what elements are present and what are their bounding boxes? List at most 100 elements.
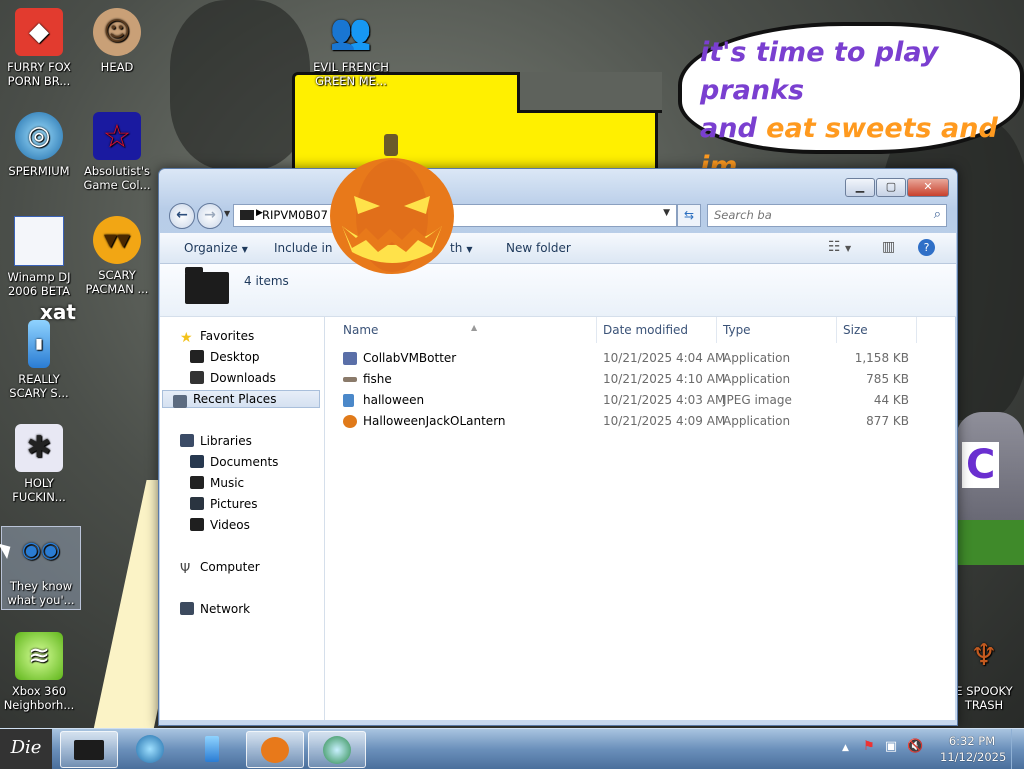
desktop-icon-holy[interactable]: ✱ HOLY FUCKIN... <box>0 424 78 504</box>
file-name: halloween <box>363 393 425 407</box>
table-row[interactable]: halloween 10/21/2025 4:03 AM JPEG image … <box>337 390 919 411</box>
column-header-type[interactable]: Type <box>717 317 837 343</box>
column-header-size[interactable]: Size <box>837 317 917 343</box>
taskbar-browser[interactable] <box>122 731 178 766</box>
back-button[interactable]: ← <box>169 203 195 229</box>
view-options-icon[interactable]: ☷ ▼ <box>828 239 851 255</box>
nav-libraries[interactable]: Libraries <box>180 434 252 448</box>
tree-silhouette <box>170 0 310 170</box>
computer-icon: Ψ <box>180 562 191 577</box>
desktop-icon-label: SCARY PACMAN ... <box>85 268 149 296</box>
fish-icon <box>343 377 357 382</box>
nav-favorites[interactable]: ★ Favorites <box>180 329 254 346</box>
tray-expand-icon[interactable]: ▲ <box>842 743 849 753</box>
nav-desktop[interactable]: Desktop <box>190 350 260 364</box>
messenger-icon: 👥 <box>329 12 373 52</box>
documents-icon <box>190 455 204 468</box>
minimize-button[interactable]: ▁ <box>845 178 875 197</box>
nav-computer[interactable]: Ψ Computer <box>180 560 260 577</box>
nav-downloads[interactable]: Downloads <box>190 371 276 385</box>
search-input[interactable] <box>708 205 920 224</box>
taskbar-explorer[interactable] <box>60 731 118 768</box>
desktop-icon-label: Winamp DJ 2006 BETA <box>7 270 71 298</box>
table-row[interactable]: CollabVMBotter 10/21/2025 4:04 AM Applic… <box>337 348 919 369</box>
organize-button[interactable]: Organize ▼ <box>184 241 248 255</box>
start-button[interactable]: Die <box>0 729 52 769</box>
show-desktop-button[interactable] <box>1011 729 1024 769</box>
close-button[interactable]: ✕ <box>907 178 949 197</box>
desktop-icon-label: SPERMIUM <box>8 164 70 178</box>
usb-icon: ▮ <box>28 320 50 368</box>
usb-icon <box>205 735 219 762</box>
maximize-button[interactable]: ▢ <box>876 178 906 197</box>
table-row[interactable]: fishe 10/21/2025 4:10 AM Application 785… <box>337 369 919 390</box>
file-type: Application <box>723 372 791 386</box>
file-type: Application <box>723 351 791 365</box>
desktop-icon-spermium[interactable]: ◎ SPERMIUM <box>0 112 78 178</box>
include-in-library-button[interactable]: Include in <box>274 241 332 255</box>
nav-network[interactable]: Network <box>180 602 250 616</box>
library-header: 4 items <box>160 264 956 317</box>
grass <box>956 520 1024 565</box>
file-size: 44 KB <box>873 393 909 407</box>
desktop-icon-absolutist[interactable]: ☆ Absolutist's Game Col... <box>78 112 156 192</box>
column-header-name[interactable]: Name ▲ <box>337 317 597 343</box>
table-row[interactable]: HalloweenJackOLantern 10/21/2025 4:09 AM… <box>337 411 919 432</box>
desktop-icon-label: Xbox 360 Neighborh... <box>3 684 75 712</box>
pictures-icon <box>190 497 204 510</box>
explorer-window[interactable]: ▁ ▢ ✕ ← → ▼ ▶ RIPVM0B07 ▼ ⇆ ⌕ Organize▼ … <box>158 168 958 726</box>
help-icon[interactable]: ? <box>918 239 935 256</box>
file-size: 785 KB <box>866 372 909 386</box>
bubble-line-1: it's time to play pranks <box>700 37 939 106</box>
nav-recent-places[interactable]: Recent Places <box>162 390 320 408</box>
desktop-icon-xbox[interactable]: ≋ Xbox 360 Neighborh... <box>0 632 78 712</box>
desktop-icon-label: HOLY FUCKIN... <box>12 476 66 504</box>
action-center-icon[interactable]: ⚑ <box>863 739 875 754</box>
desktop-icon-label: EVIL FRENCH GREEN ME... <box>313 60 389 88</box>
file-size: 1,158 KB <box>854 351 909 365</box>
desktop-icon-really-scary[interactable]: ▮ REALLY SCARY S... <box>0 320 78 400</box>
nav-music[interactable]: Music <box>190 476 244 490</box>
file-name: fishe <box>363 372 392 386</box>
file-name: HalloweenJackOLantern <box>363 414 506 428</box>
column-header-date[interactable]: Date modified <box>597 317 717 343</box>
desktop-icon-scary-pacman[interactable]: ▾▾ SCARY PACMAN ... <box>78 216 156 296</box>
file-date: 10/21/2025 4:09 AM <box>603 414 726 428</box>
forward-button[interactable]: → <box>197 203 223 229</box>
breadcrumb-item[interactable]: RIPVM0B07 <box>262 208 328 222</box>
address-dropdown-icon[interactable]: ▼ <box>663 208 670 218</box>
network-status-icon[interactable]: ▣ <box>885 739 897 754</box>
trash-icon: ♆ <box>970 638 998 673</box>
desktop-icon-head[interactable]: ☺ HEAD <box>78 8 156 74</box>
new-folder-button[interactable]: New folder <box>506 241 571 255</box>
search-box[interactable]: ⌕ <box>707 204 947 227</box>
nav-videos[interactable]: Videos <box>190 518 250 532</box>
image-file-icon <box>343 394 354 407</box>
volume-muted-icon[interactable]: 🔇 <box>907 739 923 754</box>
taskbar-spermium[interactable] <box>308 731 366 768</box>
taskbar: Die ▲ ⚑ ▣ 🔇 6:32 PM 11/12/2025 <box>0 728 1024 769</box>
desktop-icon-furry-fox[interactable]: ◆ FURRY FOX PORN BR... <box>0 8 78 88</box>
nav-pictures[interactable]: Pictures <box>190 497 258 511</box>
videos-icon <box>190 518 204 531</box>
libraries-icon <box>180 434 194 447</box>
navigation-bar: ← → ▼ ▶ RIPVM0B07 ▼ ⇆ ⌕ <box>167 203 949 229</box>
refresh-button[interactable]: ⇆ <box>677 204 701 227</box>
clock[interactable]: 6:32 PM 11/12/2025 <box>940 733 1006 765</box>
taskbar-jack-o-lantern[interactable] <box>246 731 304 768</box>
window-icon <box>14 216 64 266</box>
desktop-icon-winamp[interactable]: Winamp DJ 2006 BETA <box>0 216 78 298</box>
desktop-icon-they-know[interactable]: ◉◉ They know what you'... <box>1 526 81 610</box>
preview-pane-icon[interactable]: ▥ <box>882 239 895 255</box>
search-icon[interactable]: ⌕ <box>934 207 941 222</box>
jack-o-lantern-overlay[interactable] <box>328 134 456 274</box>
desktop-icon-evil-french[interactable]: 👥 EVIL FRENCH GREEN ME... <box>312 8 390 88</box>
recent-pages-caret-icon[interactable]: ▼ <box>224 209 230 218</box>
file-name: CollabVMBotter <box>363 351 457 365</box>
fox-icon: ◆ <box>15 8 63 56</box>
network-icon <box>180 602 194 615</box>
nav-documents[interactable]: Documents <box>190 455 278 469</box>
file-list: Name ▲ Date modified Type Size CollabVMBo… <box>325 317 955 720</box>
music-icon <box>190 476 204 489</box>
taskbar-usb[interactable] <box>184 731 240 766</box>
